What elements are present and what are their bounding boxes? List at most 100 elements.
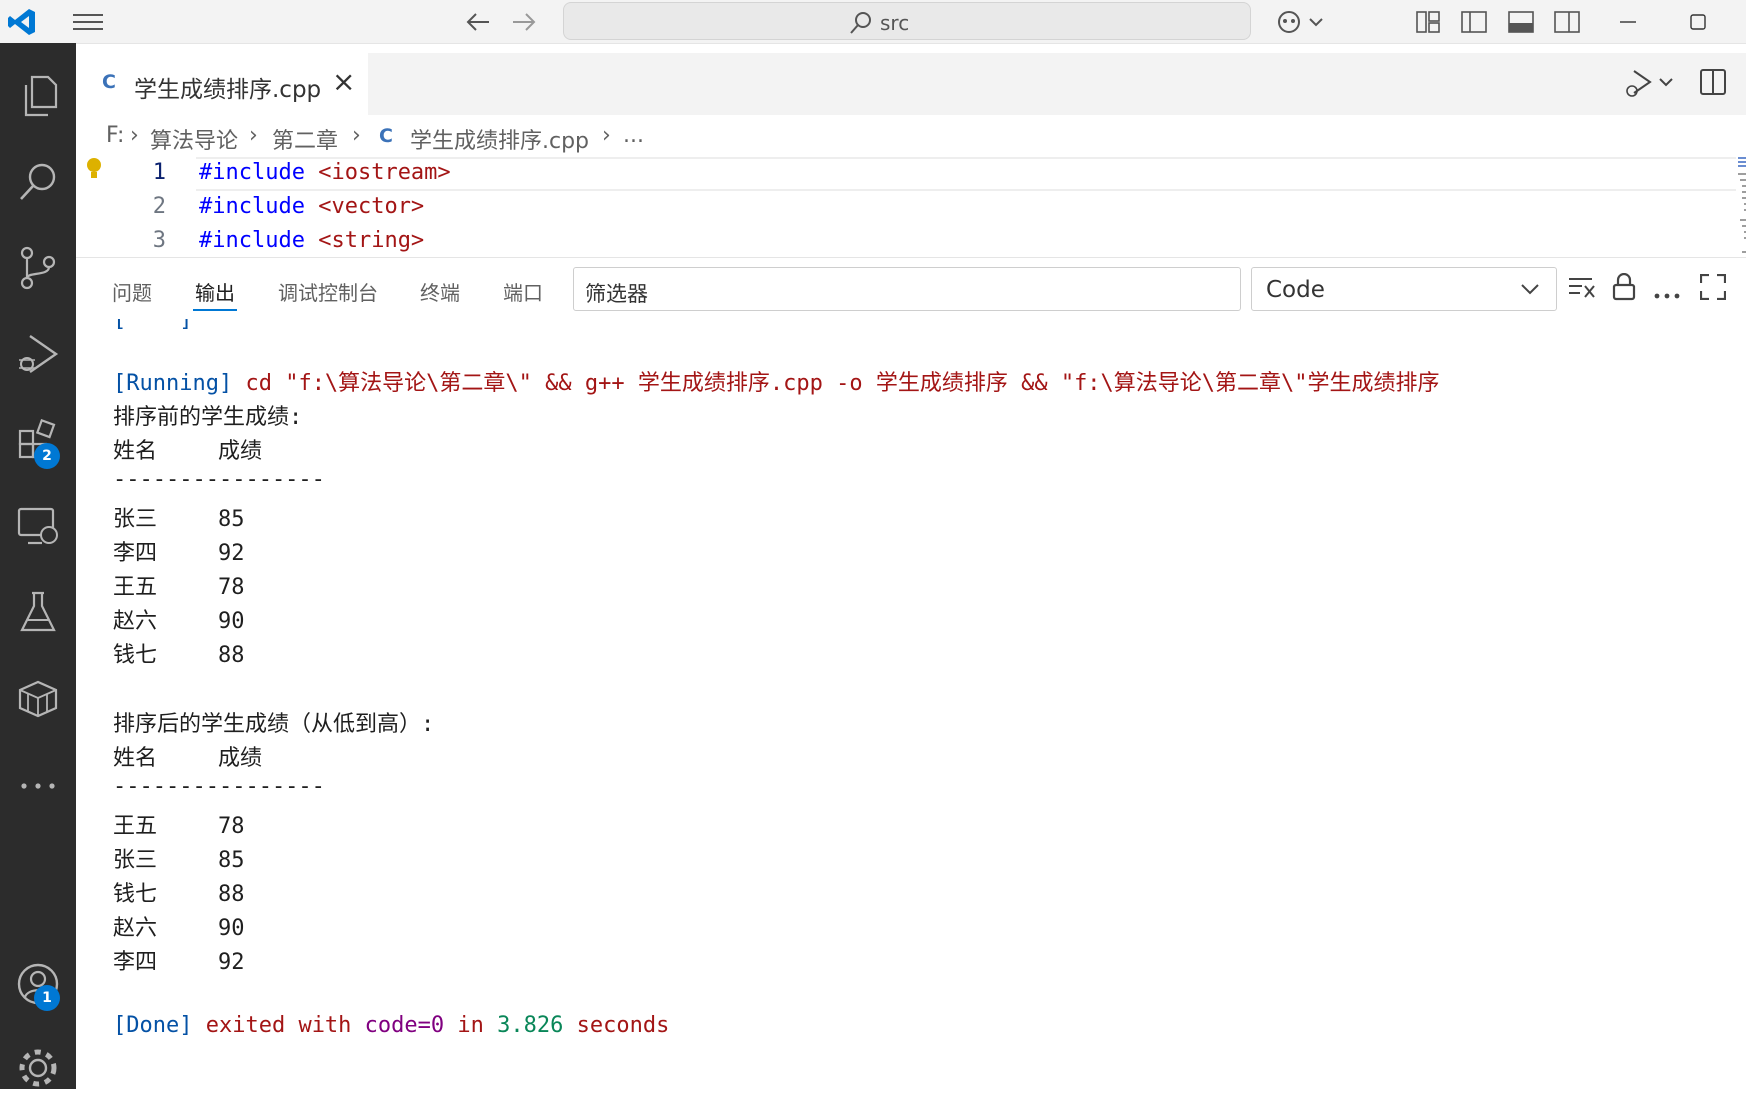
- breadcrumb-more[interactable]: ...: [623, 123, 644, 148]
- more-views-icon[interactable]: [0, 751, 76, 821]
- done-seconds: seconds: [563, 1013, 670, 1038]
- code-include: <vector>: [318, 194, 425, 219]
- line-number: 2: [152, 194, 166, 219]
- output-channel-select[interactable]: Code: [1251, 267, 1557, 311]
- table-header: 姓名 成绩: [113, 740, 262, 772]
- more-actions-icon[interactable]: [1654, 284, 1680, 303]
- table-row: 张三 85: [113, 842, 245, 874]
- chevron-right-icon: ›: [130, 123, 139, 148]
- chevron-right-icon: ›: [249, 123, 258, 148]
- search-text: src: [880, 11, 910, 35]
- running-tag: [Running]: [113, 371, 233, 396]
- table-header: 姓名 成绩: [113, 433, 262, 465]
- table-row: 张三 85: [113, 501, 245, 533]
- output-panel[interactable]: [ ] [Running] cd "f:\算法导论\第二章\" && g++ 学…: [76, 319, 1746, 1089]
- minimap[interactable]: [1736, 157, 1746, 257]
- filter-input[interactable]: 筛选器: [573, 267, 1241, 311]
- source-control-icon[interactable]: [0, 233, 76, 303]
- accounts-icon[interactable]: [0, 949, 76, 1019]
- tab-ports[interactable]: 端口: [503, 277, 543, 306]
- activity-bar: 2 1: [0, 43, 76, 1089]
- explorer-icon[interactable]: [0, 61, 76, 131]
- done-time: 3.826: [497, 1013, 564, 1038]
- accounts-badge: 1: [34, 985, 60, 1011]
- run-code-icon: [1626, 70, 1673, 97]
- breadcrumb-file[interactable]: 学生成绩排序.cpp: [410, 123, 589, 155]
- table-row: 钱七 88: [113, 637, 245, 669]
- split-editor-icon[interactable]: [1700, 69, 1726, 99]
- menu-icon[interactable]: [66, 0, 110, 43]
- search-icon[interactable]: [0, 147, 76, 217]
- command-center-search[interactable]: src: [563, 2, 1251, 40]
- chevron-down-icon: [1521, 284, 1539, 295]
- breadcrumb-drive[interactable]: F:: [106, 123, 124, 148]
- maximize-icon[interactable]: [1682, 0, 1714, 43]
- active-tab-indicator: [193, 309, 237, 311]
- cpp-file-icon: C: [379, 125, 393, 147]
- student-name: 李四: [113, 541, 158, 566]
- chevron-right-icon: ›: [352, 123, 361, 148]
- forward-arrow-icon[interactable]: [506, 0, 542, 43]
- breadcrumb: F: › 算法导论 › 第二章 › C 学生成绩排序.cpp › ...: [76, 115, 1746, 157]
- breadcrumb-folder-1[interactable]: 算法导论: [150, 123, 238, 155]
- done-in: in: [444, 1013, 498, 1038]
- maximize-panel-icon[interactable]: [1699, 273, 1727, 304]
- clear-output-icon[interactable]: [1568, 275, 1596, 303]
- tab-terminal[interactable]: 终端: [420, 277, 460, 306]
- student-score: 92: [218, 950, 245, 975]
- code-editor[interactable]: 1 #include <iostream> 2 #include <vector…: [76, 157, 1746, 257]
- copilot-icon[interactable]: [1272, 0, 1328, 43]
- close-icon[interactable]: ×: [332, 65, 355, 98]
- student-name: 钱七: [113, 643, 158, 668]
- toggle-panel-icon[interactable]: [1505, 0, 1537, 43]
- student-score: 88: [218, 643, 245, 668]
- tab-student-sort-cpp[interactable]: C 学生成绩排序.cpp ×: [76, 53, 368, 115]
- student-name: 张三: [113, 848, 158, 873]
- line-number: 1: [152, 160, 166, 185]
- header-score: 成绩: [218, 746, 263, 771]
- lock-scroll-icon[interactable]: [1612, 272, 1636, 305]
- cpp-file-icon: C: [102, 71, 116, 93]
- student-name: 赵六: [113, 609, 158, 634]
- separator: ----------------: [113, 774, 325, 799]
- line-number: 3: [152, 228, 166, 253]
- editor-tabs: C 学生成绩排序.cpp ×: [76, 53, 1746, 115]
- code-keyword: #include: [199, 160, 305, 185]
- done-tag: [Done]: [113, 1013, 193, 1038]
- lightbulb-icon[interactable]: [85, 157, 103, 185]
- remote-explorer-icon[interactable]: [0, 491, 76, 561]
- customize-layout-icon[interactable]: [1412, 0, 1444, 43]
- code-include: <string>: [318, 228, 425, 253]
- output-scroll-remnant: [ ]: [113, 319, 193, 332]
- run-debug-button[interactable]: [1620, 67, 1674, 105]
- toggle-secondary-sidebar-icon[interactable]: [1551, 0, 1583, 43]
- student-score: 78: [218, 814, 245, 839]
- student-name: 钱七: [113, 882, 158, 907]
- header-score: 成绩: [218, 439, 263, 464]
- breadcrumb-folder-2[interactable]: 第二章: [272, 123, 338, 155]
- table-row: 李四 92: [113, 944, 245, 976]
- output-channel-value: Code: [1266, 277, 1325, 303]
- table-row: 钱七 88: [113, 876, 245, 908]
- before-title: 排序前的学生成绩:: [113, 405, 303, 430]
- tab-problems[interactable]: 问题: [112, 277, 152, 306]
- filter-placeholder: 筛选器: [585, 282, 648, 306]
- done-exited: exited with: [192, 1013, 365, 1038]
- containers-icon[interactable]: [0, 663, 76, 733]
- student-name: 李四: [113, 950, 158, 975]
- tab-label: 学生成绩排序.cpp: [134, 77, 322, 103]
- testing-icon[interactable]: [0, 577, 76, 647]
- tab-output[interactable]: 输出: [195, 277, 235, 306]
- extensions-badge: 2: [34, 443, 60, 469]
- tab-debug-console[interactable]: 调试控制台: [278, 277, 378, 306]
- toggle-primary-sidebar-icon[interactable]: [1458, 0, 1490, 43]
- code-line: #include <vector>: [199, 194, 424, 219]
- student-name: 赵六: [113, 916, 158, 941]
- run-debug-icon[interactable]: [0, 319, 76, 389]
- student-name: 王五: [113, 575, 158, 600]
- minimize-icon[interactable]: [1612, 0, 1644, 43]
- settings-gear-icon[interactable]: [0, 1033, 76, 1103]
- header-name: 姓名: [113, 746, 158, 771]
- title-bar: src: [0, 0, 1746, 44]
- back-arrow-icon[interactable]: [460, 0, 496, 43]
